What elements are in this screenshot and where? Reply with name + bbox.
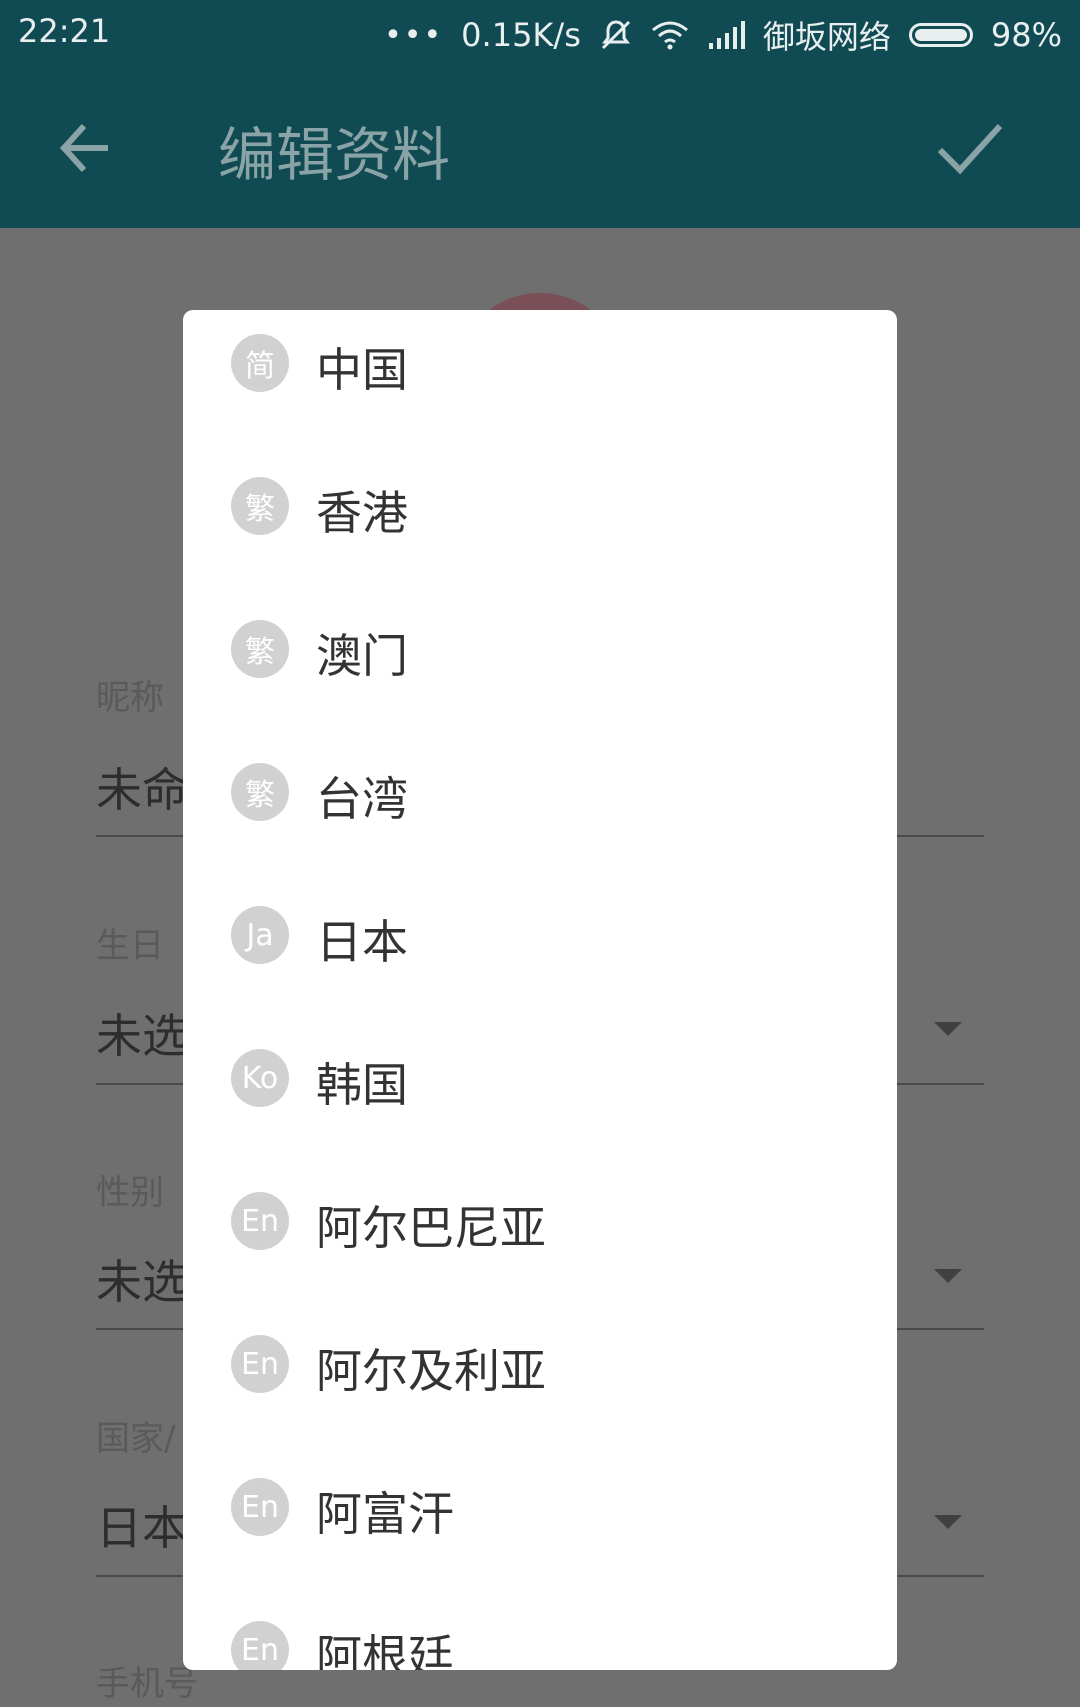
network-speed: 0.15K/s — [461, 16, 581, 54]
language-badge: En — [231, 1192, 289, 1250]
status-time: 22:21 — [18, 12, 111, 50]
gender-select[interactable]: 未选 — [96, 1246, 188, 1312]
country-option-korea[interactable]: Ko 韩国 — [183, 1025, 897, 1168]
country-select[interactable]: 日本 — [96, 1492, 188, 1558]
nickname-label: 昵称 — [96, 678, 164, 718]
language-badge: En — [231, 1621, 289, 1670]
country-option-albania[interactable]: En 阿尔巴尼亚 — [183, 1168, 897, 1311]
page-title: 编辑资料 — [218, 121, 451, 189]
status-bar: 22:21 ••• 0.15K/s 御坂网络 98% — [0, 0, 1080, 62]
country-option-label: 韩国 — [316, 1058, 408, 1112]
country-option-label: 阿富汗 — [316, 1487, 454, 1541]
check-icon[interactable] — [930, 106, 1010, 186]
country-option-label: 澳门 — [316, 629, 408, 683]
battery-icon — [908, 23, 973, 47]
country-option-label: 中国 — [316, 343, 408, 397]
language-badge: En — [231, 1335, 289, 1393]
language-badge: En — [231, 1478, 289, 1536]
country-option-argentina[interactable]: En 阿根廷 — [183, 1597, 897, 1670]
country-option-china[interactable]: 简 中国 — [183, 310, 897, 453]
country-label: 国家/ — [96, 1419, 176, 1459]
language-badge: 繁 — [231, 620, 289, 678]
birthday-label: 生日 — [96, 926, 164, 966]
nickname-field[interactable]: 未命 — [96, 754, 188, 820]
country-option-label: 阿尔巴尼亚 — [316, 1201, 546, 1255]
app-toolbar: 编辑资料 — [0, 62, 1080, 228]
language-badge: Ja — [231, 906, 289, 964]
country-option-label: 阿尔及利亚 — [316, 1344, 546, 1398]
chevron-down-icon[interactable] — [934, 1269, 962, 1283]
language-badge: 繁 — [231, 477, 289, 535]
country-option-taiwan[interactable]: 繁 台湾 — [183, 739, 897, 882]
language-badge: 简 — [231, 334, 289, 392]
status-right: ••• 0.15K/s 御坂网络 98% — [384, 12, 1062, 58]
country-option-label: 阿根廷 — [316, 1630, 454, 1670]
country-option-label: 香港 — [316, 486, 408, 540]
back-arrow-icon[interactable] — [54, 108, 134, 188]
signal-icon — [708, 21, 745, 49]
country-option-label: 日本 — [316, 915, 408, 969]
mute-bell-icon — [601, 20, 630, 50]
country-option-macau[interactable]: 繁 澳门 — [183, 596, 897, 739]
chevron-down-icon[interactable] — [934, 1022, 962, 1036]
country-option-hongkong[interactable]: 繁 香港 — [183, 453, 897, 596]
carrier-name: 御坂网络 — [762, 18, 891, 56]
country-picker-dialog: 简 中国 繁 香港 繁 澳门 繁 台湾 Ja 日本 Ko 韩国 En 阿尔巴尼亚… — [183, 310, 897, 1670]
gender-label: 性别 — [96, 1173, 164, 1213]
language-badge: Ko — [231, 1049, 289, 1107]
country-option-label: 台湾 — [316, 772, 408, 826]
language-badge: 繁 — [231, 763, 289, 821]
country-option-algeria[interactable]: En 阿尔及利亚 — [183, 1311, 897, 1454]
wifi-icon — [651, 21, 688, 50]
more-notifications-icon: ••• — [384, 17, 444, 53]
country-option-afghanistan[interactable]: En 阿富汗 — [183, 1454, 897, 1597]
country-option-japan[interactable]: Ja 日本 — [183, 882, 897, 1025]
chevron-down-icon[interactable] — [934, 1515, 962, 1529]
battery-percent: 98% — [990, 16, 1062, 54]
birthday-select[interactable]: 未选 — [96, 1000, 188, 1066]
